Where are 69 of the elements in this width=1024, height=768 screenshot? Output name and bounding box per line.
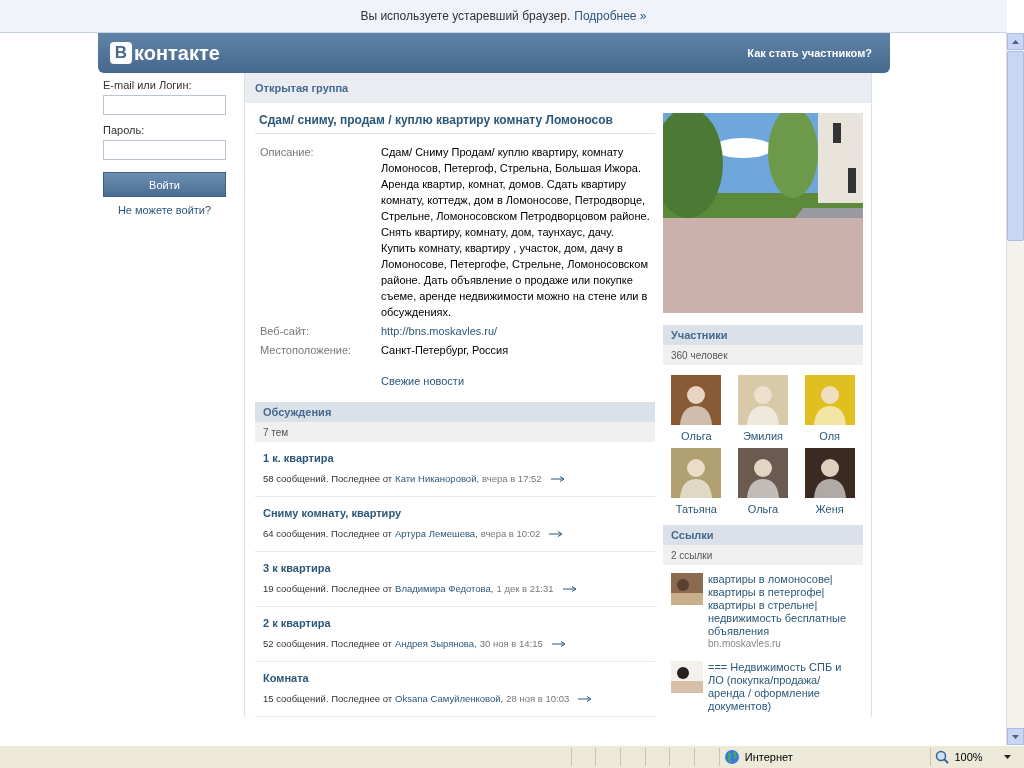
logo-mark[interactable]: В <box>110 42 132 64</box>
member-name[interactable]: Ольга <box>681 430 712 442</box>
group-title: Сдам/ сниму, продам / куплю квартиру комнату Ломоносов <box>255 113 655 134</box>
link-title[interactable]: квартиры в ломоносове|квартиры в петергофе|квартиры в стрельне|недвижимость бесплатные объявления <box>708 573 855 638</box>
globe-icon <box>723 749 740 765</box>
scroll-up-icon[interactable] <box>1012 39 1019 44</box>
forgot-link[interactable]: Не можете войти? <box>103 204 226 216</box>
member-name[interactable]: Ольга <box>747 503 779 515</box>
section-count: 360 человек <box>663 345 863 365</box>
scrollbar[interactable] <box>1006 33 1024 745</box>
login-button[interactable]: Войти <box>103 172 226 197</box>
join-link[interactable]: Как стать участником? <box>747 47 872 59</box>
topic-title[interactable]: 3 к квартира <box>263 562 647 574</box>
section-count: 2 ссылки <box>663 545 863 565</box>
topic-meta: 58 сообщений. Последнее от <box>263 473 393 484</box>
arrow-icon <box>549 530 564 537</box>
author-link[interactable]: Артура Лемешева, <box>394 528 478 539</box>
author-link[interactable]: Oksana Самуйленковой, <box>395 693 504 704</box>
topic-meta: 52 сообщения. Последнее от <box>263 638 392 649</box>
topic-title[interactable]: 2 к квартира <box>263 617 647 629</box>
member-name[interactable]: Эмилия <box>743 430 783 442</box>
member-name[interactable]: Женя <box>815 503 844 515</box>
topic-time: вчера в 10:02 <box>480 528 541 539</box>
scroll-thumb[interactable] <box>1007 51 1024 241</box>
topic-time: 1 дек в 21:31 <box>496 583 554 594</box>
topic-title[interactable]: 1 к. квартира <box>263 452 647 464</box>
scroll-down-icon[interactable] <box>1012 734 1019 739</box>
topic-title[interactable]: Комната <box>263 672 647 684</box>
author-link[interactable]: Владимира Федотова, <box>395 583 494 594</box>
caret-icon[interactable] <box>1003 755 1011 759</box>
password-label: Пароль: <box>103 124 146 136</box>
more-link[interactable]: Подробнее » <box>574 9 647 23</box>
logo-text[interactable]: контакте <box>134 41 220 65</box>
news-link[interactable]: Свежие новости <box>381 375 655 387</box>
topic-meta: 19 сообщений. Последнее от <box>263 583 393 594</box>
info-value: Санкт-Петербург, Россия <box>381 343 510 358</box>
info-label: Местоположение: <box>259 343 353 358</box>
email-field[interactable] <box>103 95 226 115</box>
website-link[interactable]: http://bns.moskavles.ru/ <box>381 323 655 339</box>
info-label: Веб-сайт: <box>259 324 311 339</box>
zone-label: Интернет <box>744 751 793 763</box>
section-title: Обсуждения <box>255 402 655 422</box>
arrow-icon <box>562 585 577 592</box>
password-field[interactable] <box>103 140 226 160</box>
section-count: 7 тем <box>255 422 655 442</box>
section-title: Участники <box>663 325 863 345</box>
author-link[interactable]: Кати Никаноровой, <box>395 473 480 484</box>
topic-time: 30 ноя в 14:15 <box>479 638 543 649</box>
topic-meta: 64 сообщения. Последнее от <box>263 528 392 539</box>
author-link[interactable]: Андрея Зырянова, <box>394 638 477 649</box>
arrow-icon <box>551 640 566 647</box>
group-type: Открытая группа <box>245 73 871 103</box>
info-text: Вы используете устаревший браузер. <box>360 9 571 23</box>
info-value: Сдам/ Сниму Продам/ куплю квартиру, комнату Ломоносов, Петергоф, Стрельна, Большая Ижора. Аренда квартир, комнат, домов. Сдать квартиру комнату, коттедж, дом в Ломоносове, Петродворце, Стрельне, Ломоносовском Петродворцовом районе. Снять квартиру, комнату, дом, таунхаус, дачу. Купить комнату, квартиру , участок, дом, дачу в Ломоносове, Петергофе, Стрельне, Ломоносовском районе. Дать объявление о продаже или покупке съеме, аренде недвижимости можно на стене или в обсуждениях. <box>381 145 651 320</box>
member-name[interactable]: Оля <box>819 430 841 442</box>
arrow-icon <box>578 695 593 702</box>
section-title: Ссылки <box>663 525 863 545</box>
info-label: Описание: <box>259 145 315 160</box>
topic-meta: 15 сообщений. Последнее от <box>263 693 393 704</box>
zoom-level[interactable]: 100% <box>954 751 983 763</box>
link-title[interactable]: === Недвижимость СПБ и ЛО (покупка/продажа/аренда / оформление документов) <box>708 661 855 713</box>
topic-time: вчера в 17:52 <box>482 473 542 484</box>
topic-title[interactable]: Сниму комнату, квартиру <box>263 507 647 519</box>
member-name[interactable]: Татьяна <box>675 503 717 515</box>
email-label: E-mail или Логин: <box>103 79 193 91</box>
arrow-icon <box>550 475 565 482</box>
zoom-icon[interactable] <box>935 750 950 764</box>
link-url: bn.moskavles.ru <box>708 638 782 649</box>
topic-time: 28 ноя в 10:03 <box>506 693 570 704</box>
